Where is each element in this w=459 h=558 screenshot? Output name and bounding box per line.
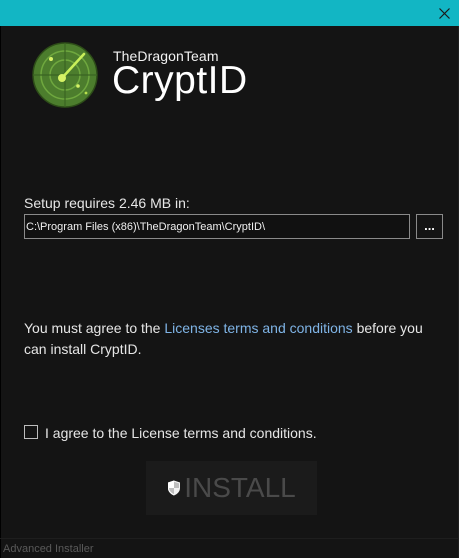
license-message-prefix: You must agree to the [24, 320, 165, 336]
radar-logo-icon [32, 42, 98, 108]
license-message: You must agree to the Licenses terms and… [24, 318, 434, 360]
shield-icon [168, 480, 181, 496]
product-name: CryptID [112, 59, 248, 102]
license-link[interactable]: Licenses terms and conditions [164, 320, 352, 336]
install-path-input[interactable] [24, 214, 410, 239]
agree-checkbox-label[interactable]: I agree to the License terms and conditi… [45, 425, 317, 441]
browse-button[interactable]: ... [416, 214, 443, 239]
install-button-label: INSTALL [184, 472, 296, 503]
title-bar[interactable] [0, 0, 459, 26]
close-icon [438, 7, 450, 19]
install-button[interactable]: INSTALL [146, 461, 317, 515]
close-button[interactable] [429, 0, 459, 26]
setup-requirement-text: Setup requires 2.46 MB in: [24, 195, 190, 211]
footer-divider [0, 538, 459, 539]
footer-brand: Advanced Installer [3, 543, 94, 555]
agree-checkbox[interactable] [24, 425, 38, 439]
